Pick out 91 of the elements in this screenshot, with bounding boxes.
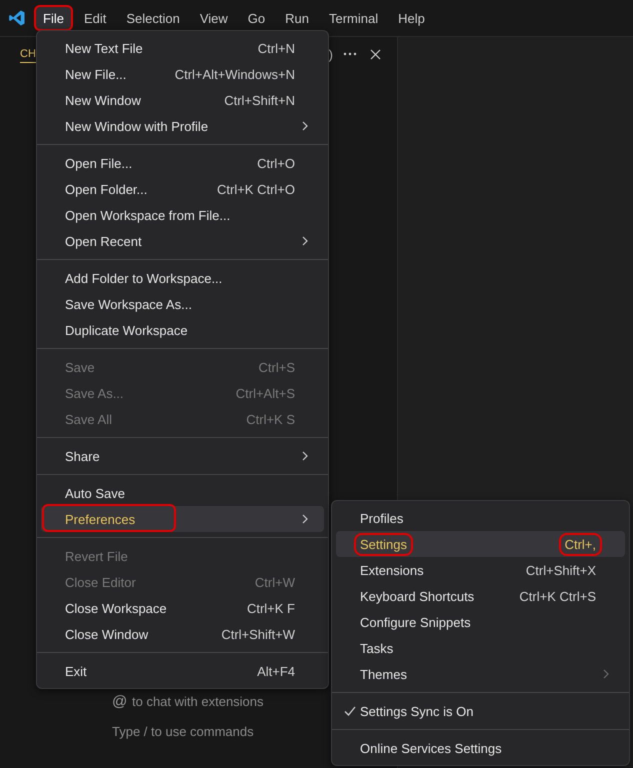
shortcut-label: Ctrl+Alt+Windows+N: [174, 66, 296, 84]
app-logo-icon: [8, 9, 26, 27]
shortcut-label: Ctrl+N: [256, 40, 296, 58]
shortcut-label: Alt+F4: [256, 662, 296, 680]
menu-item[interactable]: Settings Sync is On: [336, 698, 625, 724]
menu-item[interactable]: Settings Ctrl+,: [336, 531, 625, 557]
menu-item-label: Revert File: [64, 548, 129, 566]
menubar-item[interactable]: Terminal: [320, 5, 388, 31]
menu-item-label: Online Services Settings: [359, 740, 503, 758]
menu-item-label: Themes: [359, 666, 408, 684]
menubar-item[interactable]: Run: [276, 5, 318, 31]
menu-item-label: New Window: [64, 92, 142, 110]
menu-item-label: Settings: [356, 534, 411, 554]
panel-header-text: ): [328, 46, 333, 62]
menu-item[interactable]: Themes: [336, 661, 625, 687]
shortcut-label: Ctrl+K Ctrl+S: [518, 588, 597, 606]
menubar-item[interactable]: Go: [238, 5, 274, 31]
menu-item-label: Auto Save: [64, 484, 126, 502]
chevron-right-icon: [300, 514, 310, 524]
chevron-right-icon: [601, 669, 611, 679]
menu-item-label: Save: [64, 358, 96, 376]
check-icon: [344, 705, 356, 717]
menu-item[interactable]: Online Services Settings: [336, 735, 625, 761]
menu-item[interactable]: Add Folder to Workspace...: [41, 265, 324, 291]
menu-item-label: New File...: [64, 66, 128, 84]
menu-item-label: Exit: [64, 662, 88, 680]
menubar-item[interactable]: Selection: [117, 5, 189, 31]
menu-item-label: Tasks: [359, 640, 394, 658]
menu-item-label: Open Folder...: [64, 180, 148, 198]
menu-item-label: Keyboard Shortcuts: [359, 588, 476, 606]
menu-item-label: Profiles: [359, 510, 404, 528]
menu-item-label: Open Workspace from File...: [64, 206, 232, 224]
menu-item[interactable]: Preferences: [41, 506, 324, 532]
shortcut-label: Ctrl+O: [256, 154, 296, 172]
menu-item[interactable]: Open File... Ctrl+O: [41, 150, 324, 176]
shortcut-label: Ctrl+S: [258, 358, 296, 376]
menu-item[interactable]: Close Workspace Ctrl+K F: [41, 595, 324, 621]
menu-item-label: New Window with Profile: [64, 118, 210, 136]
chevron-right-icon: [300, 451, 310, 461]
menu-item[interactable]: New File... Ctrl+Alt+Windows+N: [41, 61, 324, 87]
menu-item-label: Duplicate Workspace: [64, 322, 189, 340]
menu-item-label: Settings Sync is On: [359, 702, 474, 720]
menu-item-label: Save As...: [64, 384, 125, 402]
chevron-right-icon: [300, 121, 310, 131]
menu-item-label: Open File...: [64, 154, 134, 172]
shortcut-label: Ctrl+Shift+N: [223, 92, 296, 110]
menubar-item[interactable]: View: [190, 5, 237, 31]
shortcut-label: Ctrl+K Ctrl+O: [216, 180, 296, 198]
menu-item-label: Save Workspace As...: [64, 296, 193, 314]
hint-text: Type / to use commands: [112, 724, 254, 738]
menu-item-label: Close Window: [64, 626, 150, 644]
hint-text: to chat with extensions: [132, 694, 264, 708]
menu-item-label: New Text File: [64, 40, 144, 58]
menu-item[interactable]: Close Window Ctrl+Shift+W: [41, 621, 324, 647]
menu-item-label: Open Recent: [64, 232, 143, 250]
menu-item[interactable]: Share: [41, 443, 324, 469]
menu-item[interactable]: Open Folder... Ctrl+K Ctrl+O: [41, 176, 324, 202]
shortcut-label: Ctrl+W: [254, 574, 296, 592]
shortcut-label: Ctrl+Alt+S: [234, 384, 296, 402]
menu-item[interactable]: New Text File Ctrl+N: [41, 35, 324, 61]
menu-item-label: Close Workspace: [64, 600, 168, 618]
menu-item[interactable]: Tasks: [336, 635, 625, 661]
hint-symbol: @: [112, 692, 126, 710]
chevron-right-icon: [300, 236, 310, 246]
shortcut-label: Ctrl+,: [560, 534, 600, 554]
menu-item-label: Preferences: [64, 510, 136, 528]
menu-item[interactable]: Open Recent: [41, 228, 324, 254]
menu-item-label: Share: [64, 448, 101, 466]
shortcut-label: Ctrl+Shift+W: [220, 626, 296, 644]
menu-item-label: Add Folder to Workspace...: [64, 270, 224, 288]
menu-item[interactable]: Auto Save: [41, 480, 324, 506]
menu-item[interactable]: Profiles: [336, 505, 625, 531]
menu-item[interactable]: Exit Alt+F4: [41, 658, 324, 684]
menu-item[interactable]: New Window with Profile: [41, 113, 324, 139]
menu-item[interactable]: Configure Snippets: [336, 609, 625, 635]
menubar-item[interactable]: Edit: [74, 5, 116, 31]
menu-item-label: Extensions: [359, 562, 425, 580]
menu-item-label: Save All: [64, 410, 113, 428]
menu-item[interactable]: Duplicate Workspace: [41, 317, 324, 343]
shortcut-label: Ctrl+Shift+X: [524, 562, 597, 580]
shortcut-label: Ctrl+K F: [246, 600, 296, 618]
menu-item[interactable]: Keyboard Shortcuts Ctrl+K Ctrl+S: [336, 583, 625, 609]
menubar-item[interactable]: Help: [389, 5, 434, 31]
menu-item[interactable]: Open Workspace from File...: [41, 202, 324, 228]
menu-item-label: Close Editor: [64, 574, 137, 592]
menu-item[interactable]: Extensions Ctrl+Shift+X: [336, 557, 625, 583]
menu-item[interactable]: New Window Ctrl+Shift+N: [41, 87, 324, 113]
shortcut-label: Ctrl+K S: [245, 410, 296, 428]
menubar-item[interactable]: File: [34, 5, 73, 31]
menu-item[interactable]: Save Workspace As...: [41, 291, 324, 317]
menu-item-label: Configure Snippets: [359, 614, 472, 632]
